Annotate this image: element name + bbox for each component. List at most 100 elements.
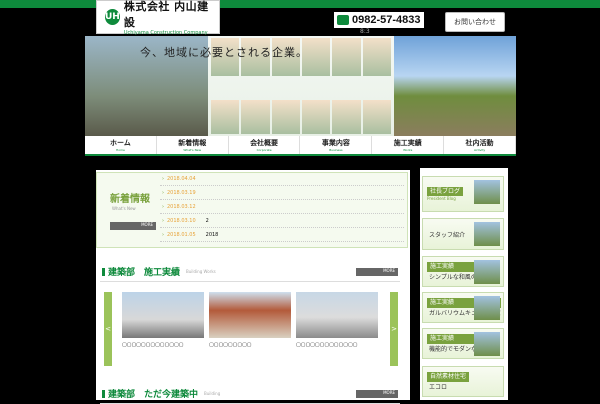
gallery-prev-button[interactable]: < [104, 292, 112, 366]
building-title: 建築部 ただ今建築中 [108, 390, 199, 400]
building-subtitle: Building [204, 391, 221, 396]
house-thumb [474, 296, 500, 320]
works-gallery: < ▢▢▢▢▢▢▢▢▢▢▢▢▢ ▢▢▢▢▢▢▢▢▢ ▢▢▢▢▢▢▢▢▢▢▢▢▢ … [104, 292, 400, 368]
news-date: 2018.03.19 [167, 189, 196, 196]
works-header: 建築部 施工実績 Building Works MORE [100, 262, 400, 282]
phone-icon [337, 15, 349, 25]
person-photo [241, 100, 270, 134]
hero-people-bottom [211, 100, 391, 134]
nav-en: Business [329, 148, 343, 152]
section-mark [102, 267, 105, 276]
person-photo [211, 100, 240, 134]
building-photo [296, 292, 378, 338]
person-photo [271, 100, 300, 134]
gallery-next-button[interactable]: > [390, 292, 398, 366]
arrow-icon: › [162, 203, 164, 210]
nav-activity[interactable]: 社内活動 Activity [444, 136, 516, 154]
nav-home[interactable]: ホーム Home [85, 136, 157, 154]
house-photo [122, 292, 204, 338]
news-item[interactable]: › 2018.01.05 2018 [160, 228, 404, 242]
steel-frame-photo [209, 292, 291, 338]
person-photo [301, 100, 331, 134]
news-text: 2018 [205, 231, 219, 238]
card-title: エコロ [429, 383, 448, 391]
works-title: 建築部 施工実績 [108, 268, 181, 278]
news-item[interactable]: › 2018.03.10 2 [160, 214, 404, 228]
top-bar [0, 0, 600, 8]
works-more-button[interactable]: MORE [356, 268, 398, 276]
news-list: › 2018.04.04 › 2018.03.19 › 2018.03.12 › 201… [160, 172, 404, 242]
house-thumb [474, 332, 500, 356]
nav-label: 新着情報 [178, 139, 207, 147]
logo-company-name: 株式会社 内山建設 [123, 0, 209, 29]
news-subtitle: What's New [112, 206, 136, 211]
nav-news[interactable]: 新着情報 What's New [157, 136, 229, 154]
company-logo[interactable]: UH 株式会社 内山建設 Uchiyama Construction Compa… [96, 0, 220, 36]
hero-slogan: 今、地域に必要とされる企業。 [140, 46, 308, 59]
blog-sub: President Blog [427, 196, 456, 202]
president-photo [474, 180, 500, 204]
staff-label: スタッフ紹介 [429, 231, 466, 239]
nav-company[interactable]: 会社概要 Corporate [229, 136, 301, 154]
news-date: 2018.01.05 [167, 231, 196, 238]
staff-card[interactable]: スタッフ紹介 [422, 218, 504, 250]
main-nav: ホーム Home 新着情報 What's New 会社概要 Corporate 事業内… [85, 136, 516, 156]
news-date: 2018.04.04 [167, 175, 196, 182]
logo-text: 株式会社 内山建設 Uchiyama Construction Company [124, 0, 211, 36]
gallery-item[interactable]: ▢▢▢▢▢▢▢▢▢ [209, 292, 291, 348]
person-photo [362, 100, 391, 134]
news-item[interactable]: › 2018.04.04 [160, 172, 404, 186]
gallery-caption: ▢▢▢▢▢▢▢▢▢▢▢▢▢ [122, 342, 184, 348]
nav-label: 社内活動 [465, 139, 494, 147]
gallery-item[interactable]: ▢▢▢▢▢▢▢▢▢▢▢▢▢ [122, 292, 204, 348]
phone-number[interactable]: 0982-57-4833 [334, 12, 424, 28]
nav-en: Corporate [256, 148, 272, 152]
nav-label: 事業内容 [321, 139, 350, 147]
person-photo [362, 38, 391, 76]
contact-button[interactable]: お問い合わせ [445, 12, 505, 32]
card-tag: 自然素材住宅 [427, 372, 470, 382]
building-more-button[interactable]: MORE [356, 390, 398, 398]
news-date: 2018.03.12 [167, 203, 196, 210]
gallery-items: ▢▢▢▢▢▢▢▢▢▢▢▢▢ ▢▢▢▢▢▢▢▢▢ ▢▢▢▢▢▢▢▢▢▢▢▢▢ [122, 292, 384, 348]
person-photo [332, 100, 361, 134]
section-mark [102, 389, 105, 398]
news-item[interactable]: › 2018.03.19 [160, 186, 404, 200]
arrow-icon: › [162, 175, 164, 182]
sidebar-card[interactable]: 自然素材住宅 エコロ [422, 366, 504, 397]
nav-en: Home [115, 148, 125, 152]
house-thumb [474, 260, 500, 284]
arrow-icon: › [162, 189, 164, 196]
gallery-item[interactable]: ▢▢▢▢▢▢▢▢▢▢▢▢▢ [296, 292, 378, 348]
arrow-icon: › [162, 217, 164, 224]
news-more-button[interactable]: MORE [110, 222, 156, 230]
blog-text: 社長ブログ President Blog [427, 186, 464, 202]
nav-works[interactable]: 施工実績 Works [372, 136, 445, 154]
sidebar-card[interactable]: 施工実績 ガルバリウムキューブの家 [422, 292, 504, 323]
logo-mark-icon: UH [105, 9, 120, 25]
blog-label: 社長ブログ [427, 186, 464, 197]
nav-label: 会社概要 [250, 139, 279, 147]
nav-label: 施工実績 [393, 139, 422, 147]
card-text: 自然素材住宅 エコロ [427, 372, 470, 391]
news-text: 2 [205, 217, 209, 224]
phone-text: 0982-57-4833 [352, 14, 421, 26]
nav-business[interactable]: 事業内容 Business [300, 136, 373, 154]
nav-en: Activity [473, 148, 486, 152]
news-date: 2018.03.10 [167, 217, 196, 224]
president-blog-card[interactable]: 社長ブログ President Blog [422, 176, 504, 212]
building-header: 建築部 ただ今建築中 Building MORE [100, 384, 400, 404]
person-photo [332, 38, 361, 76]
news-title: 新着情報 [110, 194, 150, 205]
sidebar-card[interactable]: 施工実績 シンプルな和風の家 [422, 256, 504, 287]
works-subtitle: Building Works [186, 269, 216, 274]
hero-hillside-photo [394, 36, 516, 136]
sidebar-card[interactable]: 施工実績 機能的でモダンな家 [422, 328, 504, 359]
arrow-icon: › [162, 231, 164, 238]
nav-en: What's New [183, 148, 202, 152]
nav-label: ホーム [110, 139, 131, 147]
gallery-caption: ▢▢▢▢▢▢▢▢▢▢▢▢▢ [296, 342, 358, 348]
nav-en: Works [403, 148, 413, 152]
gallery-caption: ▢▢▢▢▢▢▢▢▢ [209, 342, 252, 348]
news-item[interactable]: › 2018.03.12 [160, 200, 404, 214]
